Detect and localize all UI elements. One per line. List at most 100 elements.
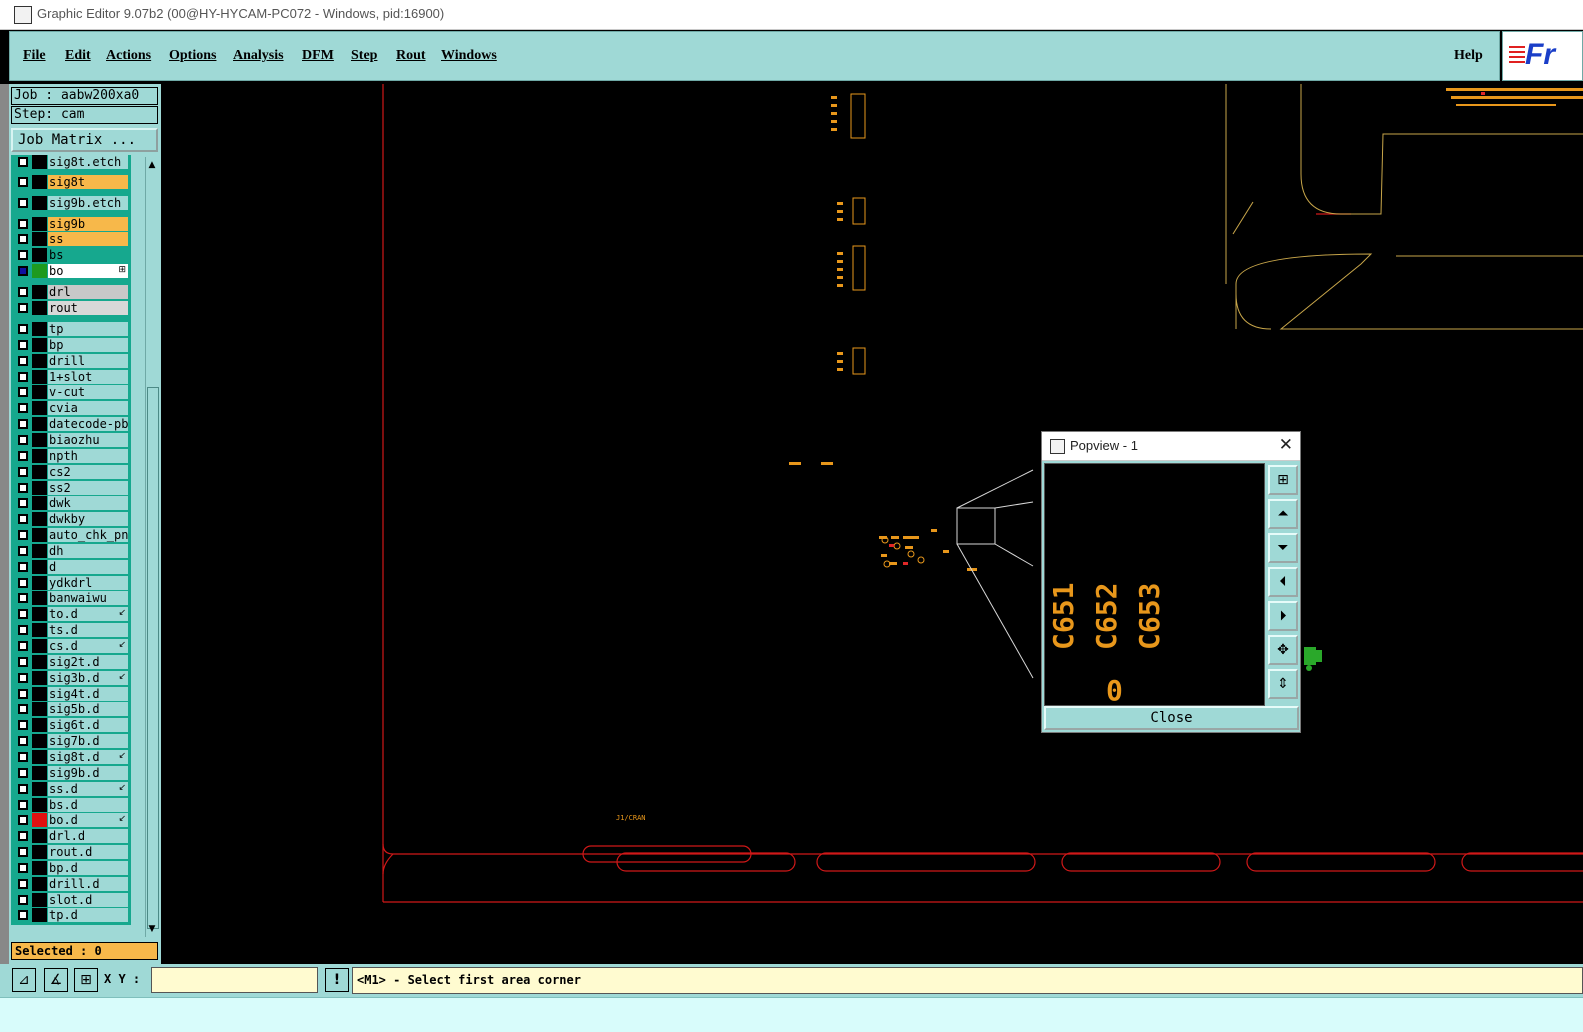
layer-color-swatch[interactable] [32, 248, 47, 262]
layer-row[interactable]: sig5b.d [11, 702, 131, 717]
job-matrix-button[interactable]: Job Matrix ... [11, 128, 158, 152]
layer-checkbox[interactable] [18, 450, 28, 461]
layer-checkbox[interactable] [18, 625, 28, 636]
layer-row[interactable]: sig8t.d ↙ [11, 749, 131, 764]
layer-checkbox[interactable] [18, 419, 28, 430]
layer-color-swatch[interactable] [32, 512, 47, 527]
layer-checkbox[interactable] [18, 878, 28, 889]
layer-checkbox[interactable] [18, 434, 28, 445]
layer-checkbox[interactable] [18, 234, 28, 244]
layer-color-swatch[interactable] [32, 464, 47, 479]
layer-name[interactable]: sig8t.etch [48, 155, 128, 169]
layer-name[interactable]: drl.d [48, 829, 128, 844]
layer-row[interactable]: cs.d ↙ [11, 639, 131, 653]
layer-name[interactable]: sig9b [48, 217, 128, 231]
layer-name[interactable]: sig7b.d [48, 734, 128, 749]
layer-name[interactable]: banwaiwu [48, 591, 128, 606]
layer-checkbox[interactable] [18, 177, 28, 187]
layer-checkbox[interactable] [18, 751, 28, 762]
layer-checkbox[interactable] [18, 704, 28, 715]
layer-row[interactable]: datecode-pbc [11, 417, 131, 432]
layer-row[interactable]: sig6t.d [11, 718, 131, 733]
grid-icon[interactable]: ⊞ [74, 968, 98, 992]
layer-row[interactable]: drl.d [11, 829, 131, 844]
layer-color-swatch[interactable] [32, 765, 47, 780]
layer-row[interactable]: bs [11, 248, 131, 262]
pan-right-icon[interactable]: ⏵ [1268, 601, 1298, 631]
layer-row[interactable]: v-cut [11, 385, 131, 400]
layer-color-swatch[interactable] [32, 322, 47, 336]
layer-row[interactable]: bo ⊞ [11, 264, 131, 278]
layer-checkbox[interactable] [18, 157, 28, 167]
menu-actions[interactable]: Actions [106, 48, 151, 64]
layer-row[interactable]: drill [11, 353, 131, 368]
layer-checkbox[interactable] [18, 593, 28, 604]
layer-name[interactable]: biaozhu [48, 432, 128, 447]
layer-checkbox[interactable] [18, 266, 28, 276]
scroll-thumb[interactable] [147, 387, 159, 929]
layer-row[interactable]: biaozhu [11, 432, 131, 447]
layer-name[interactable]: ss.d [48, 781, 128, 796]
layer-color-swatch[interactable] [32, 417, 47, 432]
layer-row[interactable]: sig7b.d [11, 734, 131, 749]
layer-row[interactable]: ss.d ↙ [11, 781, 131, 796]
popview-canvas[interactable]: C651 C652 C653 0 [1044, 463, 1265, 706]
scroll-up-icon[interactable]: ▲ [147, 159, 157, 171]
layer-color-swatch[interactable] [32, 337, 47, 352]
layer-color-swatch[interactable] [32, 734, 47, 749]
layer-name[interactable]: sig3b.d [48, 670, 128, 685]
layer-name[interactable]: ss [48, 232, 128, 246]
layer-checkbox[interactable] [18, 609, 28, 620]
layer-checkbox[interactable] [18, 482, 28, 493]
layer-color-swatch[interactable] [32, 813, 47, 828]
layer-name[interactable]: sig2t.d [48, 654, 128, 669]
layer-color-swatch[interactable] [32, 528, 47, 543]
layer-scrollbar[interactable]: ▲ ▼ [145, 157, 159, 937]
layer-color-swatch[interactable] [32, 639, 47, 653]
layer-name[interactable]: drill [48, 353, 128, 368]
layer-row[interactable]: bs.d [11, 797, 131, 812]
layer-row[interactable]: ss2 [11, 480, 131, 495]
layer-name[interactable]: bo.d [48, 813, 128, 828]
layer-name[interactable]: drill.d [48, 876, 128, 891]
layer-color-swatch[interactable] [32, 432, 47, 447]
layer-checkbox[interactable] [18, 847, 28, 858]
layer-color-swatch[interactable] [32, 385, 47, 400]
layer-color-swatch[interactable] [32, 876, 47, 891]
layer-color-swatch[interactable] [32, 175, 47, 189]
layer-row[interactable]: sig9b.etch [11, 196, 131, 210]
layer-row[interactable]: banwaiwu [11, 591, 131, 606]
layer-checkbox[interactable] [18, 498, 28, 509]
layer-color-swatch[interactable] [32, 591, 47, 606]
zoom-out-icon[interactable]: ⇕ [1268, 669, 1298, 699]
layer-checkbox[interactable] [18, 736, 28, 747]
layer-color-swatch[interactable] [32, 908, 47, 923]
layer-color-swatch[interactable] [32, 217, 47, 231]
menu-options[interactable]: Options [169, 48, 216, 64]
layer-row[interactable]: ss [11, 232, 131, 246]
layer-checkbox[interactable] [18, 894, 28, 905]
layer-name[interactable]: sig9b.etch [48, 196, 128, 210]
layer-checkbox[interactable] [18, 831, 28, 842]
layer-row[interactable]: to.d ↙ [11, 607, 131, 622]
layer-name[interactable]: sig4t.d [48, 686, 128, 701]
pan-up-icon[interactable]: ⏶ [1268, 499, 1298, 529]
layer-checkbox[interactable] [18, 799, 28, 810]
layer-row[interactable]: sig2t.d [11, 654, 131, 669]
menu-dfm[interactable]: DFM [302, 48, 334, 64]
layer-name[interactable]: sig6t.d [48, 718, 128, 733]
layer-color-swatch[interactable] [32, 686, 47, 701]
layer-checkbox[interactable] [18, 815, 28, 826]
layer-row[interactable]: sig9b.d [11, 765, 131, 780]
layer-name[interactable]: sig8t [48, 175, 128, 189]
layer-name[interactable]: bs.d [48, 797, 128, 812]
layer-row[interactable]: 1+slot [11, 369, 131, 384]
layer-name[interactable]: cvia [48, 401, 128, 416]
layer-name[interactable]: sig5b.d [48, 702, 128, 717]
layer-checkbox[interactable] [18, 371, 28, 382]
layer-name[interactable]: tp [48, 322, 128, 336]
layer-row[interactable]: drl [11, 285, 131, 299]
layer-row[interactable]: bo.d ↙ [11, 813, 131, 828]
layer-color-swatch[interactable] [32, 401, 47, 416]
layer-name[interactable]: bo [48, 264, 128, 278]
